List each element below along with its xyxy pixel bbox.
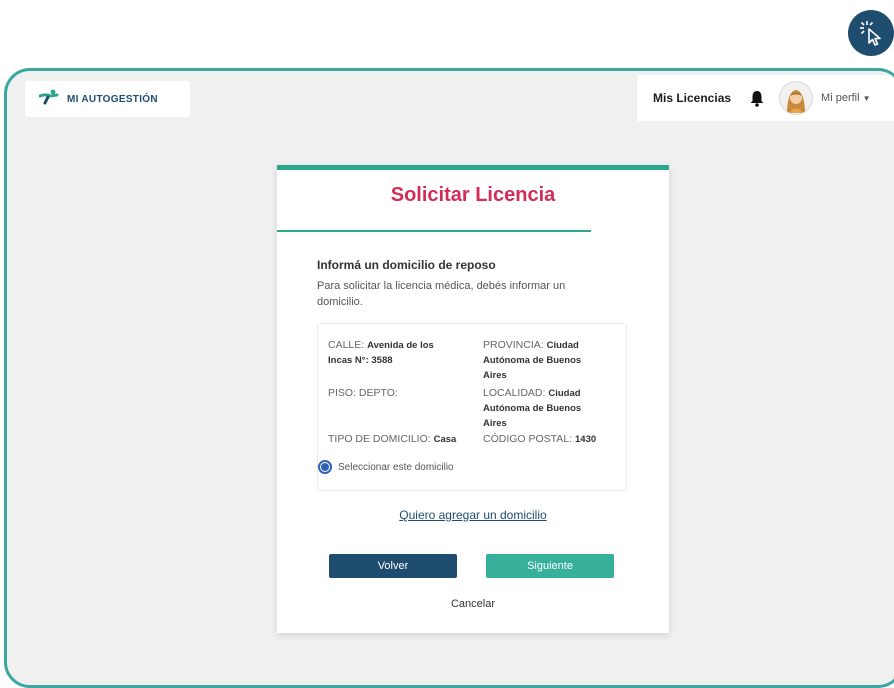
tipo-domicilio-value: Casa: [433, 434, 457, 445]
select-address-option[interactable]: Seleccionar este domicilio: [318, 460, 454, 474]
profile-menu[interactable]: Mi perfil ▼: [821, 92, 870, 104]
profile-label: Mi perfil: [821, 92, 860, 104]
bell-icon[interactable]: [749, 90, 765, 107]
back-button[interactable]: Volver: [329, 554, 457, 578]
user-nav: Mis Licencias Mi perfil ▼: [637, 75, 894, 121]
tipo-domicilio-label: TIPO DE DOMICILIO:: [328, 433, 431, 445]
codigo-postal-value: 1430: [575, 434, 597, 445]
next-button[interactable]: Siguiente: [486, 554, 614, 578]
piso-depto-label: PISO: DEPTO:: [328, 387, 398, 399]
caret-down-icon: ▼: [862, 93, 871, 103]
codigo-postal-label: CÓDIGO POSTAL:: [483, 433, 573, 445]
section-description: Para solicitar la licencia médica, debés…: [317, 280, 566, 308]
title-divider: [277, 230, 591, 232]
runner-logo-icon: [38, 89, 59, 110]
mis-licencias-link[interactable]: Mis Licencias: [653, 91, 731, 105]
click-cursor-icon: [848, 10, 894, 56]
localidad-label: LOCALIDAD:: [483, 387, 546, 399]
provincia-label: PROVINCIA:: [483, 339, 544, 351]
calle-field: CALLE: Avenida de los Incas N°: 3588: [328, 338, 456, 368]
brand-name: MI AUTOGESTIÓN: [67, 93, 158, 105]
provincia-field: PROVINCIA: Ciudad Autónoma de Buenos Air…: [483, 338, 603, 383]
cancel-link[interactable]: Cancelar: [277, 598, 669, 610]
select-address-label: Seleccionar este domicilio: [338, 461, 454, 473]
request-license-card: Solicitar Licencia Informá un domicilio …: [277, 165, 669, 633]
calle-label: CALLE:: [328, 339, 365, 351]
piso-depto-field: PISO: DEPTO:: [328, 386, 398, 401]
address-option[interactable]: CALLE: Avenida de los Incas N°: 3588 PRO…: [317, 323, 627, 491]
app-screen: MI AUTOGESTIÓN Mis Licencias Mi perfil ▼…: [4, 68, 894, 688]
brand-logo[interactable]: MI AUTOGESTIÓN: [25, 81, 190, 117]
page-title: Solicitar Licencia: [390, 184, 556, 206]
avatar[interactable]: [779, 81, 814, 115]
add-address-link[interactable]: Quiero agregar un domicilio: [277, 508, 669, 522]
codigo-postal-field: CÓDIGO POSTAL: 1430: [483, 432, 596, 447]
top-navigation-bar: MI AUTOGESTIÓN Mis Licencias Mi perfil ▼: [7, 71, 894, 131]
localidad-field: LOCALIDAD: Ciudad Autónoma de Buenos Air…: [483, 386, 603, 431]
section-title: Informá un domicilio de reposo: [317, 258, 496, 272]
tipo-domicilio-field: TIPO DE DOMICILIO: Casa: [328, 432, 456, 447]
select-address-radio[interactable]: [318, 460, 332, 474]
